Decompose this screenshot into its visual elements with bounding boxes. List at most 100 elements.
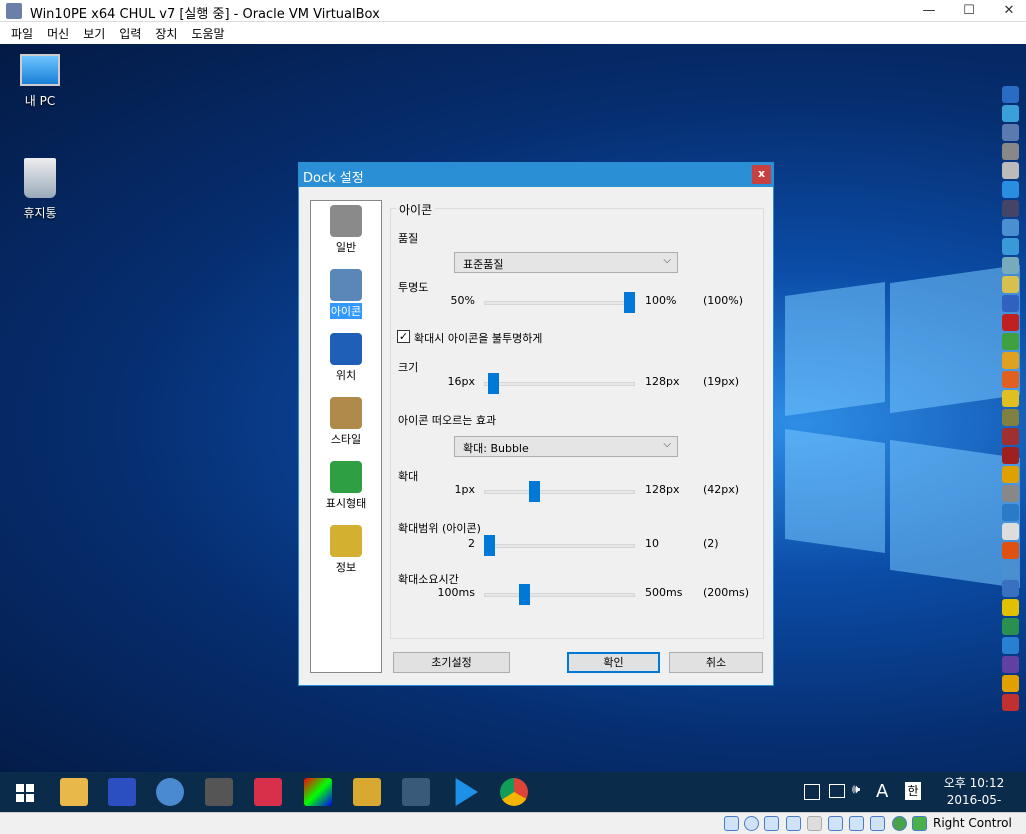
- menu-input[interactable]: 입력: [112, 22, 148, 44]
- quality-select[interactable]: 표준품질 ⌵: [454, 252, 678, 273]
- slider-track[interactable]: [484, 490, 635, 494]
- slider-max-label: 500ms: [645, 586, 683, 599]
- menu-help[interactable]: 도움말: [184, 22, 231, 44]
- menu-devices[interactable]: 장치: [148, 22, 184, 44]
- slider-thumb[interactable]: [484, 535, 495, 556]
- dock-app-icon[interactable]: [1002, 618, 1019, 635]
- robot-app-icon[interactable]: [205, 778, 233, 806]
- dock-app-icon[interactable]: [1002, 333, 1019, 350]
- slider-thumb[interactable]: [624, 292, 635, 313]
- volume-icon[interactable]: 🕪: [852, 782, 860, 797]
- dock-app-icon[interactable]: [1002, 143, 1019, 160]
- search-tool-icon[interactable]: [156, 778, 184, 806]
- dock-app-icon[interactable]: [1002, 637, 1019, 654]
- nav-item-1[interactable]: 아이콘: [311, 265, 381, 329]
- usb-icon[interactable]: [786, 816, 801, 831]
- dock-app-icon[interactable]: [1002, 523, 1019, 540]
- media-player-icon[interactable]: [455, 778, 478, 806]
- dock-app-icon[interactable]: [1002, 428, 1019, 445]
- close-button[interactable]: ✕: [992, 0, 1026, 22]
- dock-app-icon[interactable]: [1002, 295, 1019, 312]
- cancel-button[interactable]: 취소: [669, 652, 763, 673]
- start-button[interactable]: [16, 784, 34, 802]
- r-app-icon[interactable]: [353, 778, 381, 806]
- ok-button[interactable]: 확인: [567, 652, 660, 673]
- nav-item-4[interactable]: 표시형태: [311, 457, 381, 521]
- effect-select[interactable]: 확대: Bubble ⌵: [454, 436, 678, 457]
- dock-app-icon[interactable]: [1002, 200, 1019, 217]
- dock-app-icon[interactable]: [1002, 276, 1019, 293]
- dock-app-icon[interactable]: [1002, 124, 1019, 141]
- menu-view[interactable]: 보기: [76, 22, 112, 44]
- shared-folder-icon[interactable]: [807, 816, 822, 831]
- maximize-button[interactable]: ☐: [952, 0, 986, 22]
- dock-app-icon[interactable]: [1002, 542, 1019, 559]
- menu-machine[interactable]: 머신: [40, 22, 76, 44]
- reset-button[interactable]: 초기설정: [393, 652, 510, 673]
- slider-track[interactable]: [484, 382, 635, 386]
- remote-desktop-icon[interactable]: [254, 778, 282, 806]
- slider-thumb[interactable]: [487, 373, 499, 394]
- dock-app-icon[interactable]: [1002, 162, 1019, 179]
- cpu-icon[interactable]: [870, 816, 885, 831]
- slider-track[interactable]: [484, 593, 635, 597]
- nav-item-2[interactable]: 위치: [311, 329, 381, 393]
- chrome-icon[interactable]: [500, 778, 528, 806]
- slider-thumb[interactable]: [528, 481, 540, 502]
- switch-arrows-icon: [330, 461, 362, 493]
- color-monitor-icon[interactable]: [304, 778, 332, 806]
- menu-file[interactable]: 파일: [4, 22, 40, 44]
- dock-app-icon[interactable]: [1002, 219, 1019, 236]
- dock-app-icon[interactable]: [1002, 314, 1019, 331]
- slider-max-label: 100%: [645, 294, 677, 307]
- network-icon[interactable]: [764, 816, 779, 831]
- mouse-integration-icon[interactable]: [892, 816, 907, 831]
- save-disk-icon[interactable]: [108, 778, 136, 806]
- slider-thumb[interactable]: [519, 584, 530, 605]
- keyboard-capture-icon[interactable]: [912, 816, 927, 831]
- dock-app-icon[interactable]: [1002, 675, 1019, 692]
- opaque-checkbox[interactable]: ✓: [397, 330, 410, 343]
- display-icon[interactable]: [828, 816, 843, 831]
- dock-app-icon[interactable]: [1002, 485, 1019, 502]
- dock-app-icon[interactable]: [1002, 238, 1019, 255]
- dock-app-icon[interactable]: [1002, 352, 1019, 369]
- network-adapter-icon[interactable]: [829, 784, 845, 798]
- dock-app-icon[interactable]: [1002, 504, 1019, 521]
- ime-mode-indicator[interactable]: A: [876, 781, 888, 802]
- ime-language-indicator[interactable]: 한: [905, 782, 921, 800]
- dock-app-icon[interactable]: [1002, 580, 1019, 597]
- desktop-icon-my-pc[interactable]: 내 PC: [10, 54, 70, 109]
- slider-current-value: (19px): [703, 375, 740, 388]
- window-titlebar: Win10PE x64 CHUL v7 [실행 중] - Oracle VM V…: [0, 0, 1026, 22]
- file-explorer-icon[interactable]: [60, 778, 88, 806]
- dock-app-icon[interactable]: [1002, 561, 1019, 578]
- minimize-button[interactable]: —: [912, 0, 946, 22]
- dock-app-icon[interactable]: [1002, 181, 1019, 198]
- dock-app-icon[interactable]: [1002, 466, 1019, 483]
- network-grid-icon[interactable]: [402, 778, 430, 806]
- dock-app-icon[interactable]: [1002, 409, 1019, 426]
- dock-app-icon[interactable]: [1002, 390, 1019, 407]
- chevron-down-icon: ⌵: [663, 255, 671, 266]
- network-icon[interactable]: [804, 784, 820, 800]
- dialog-close-button[interactable]: x: [752, 165, 771, 184]
- desktop-icon-recycle-bin[interactable]: 휴지통: [10, 158, 70, 221]
- nav-item-5[interactable]: 정보: [311, 521, 381, 585]
- dock-app-icon[interactable]: [1002, 694, 1019, 711]
- nav-item-3[interactable]: 스타일: [311, 393, 381, 457]
- dock-app-icon[interactable]: [1002, 105, 1019, 122]
- dock-app-icon[interactable]: [1002, 599, 1019, 616]
- tools-icon: [330, 205, 362, 237]
- slider-track[interactable]: [484, 544, 635, 548]
- dock-app-icon[interactable]: [1002, 86, 1019, 103]
- dock-app-icon[interactable]: [1002, 257, 1019, 274]
- dock-app-icon[interactable]: [1002, 447, 1019, 464]
- video-capture-icon[interactable]: [849, 816, 864, 831]
- nav-item-0[interactable]: 일반: [311, 201, 381, 265]
- optical-drive-icon[interactable]: [744, 816, 759, 831]
- dock-app-icon[interactable]: [1002, 371, 1019, 388]
- hard-disk-icon[interactable]: [724, 816, 739, 831]
- dock-app-icon[interactable]: [1002, 656, 1019, 673]
- slider-track[interactable]: [484, 301, 635, 305]
